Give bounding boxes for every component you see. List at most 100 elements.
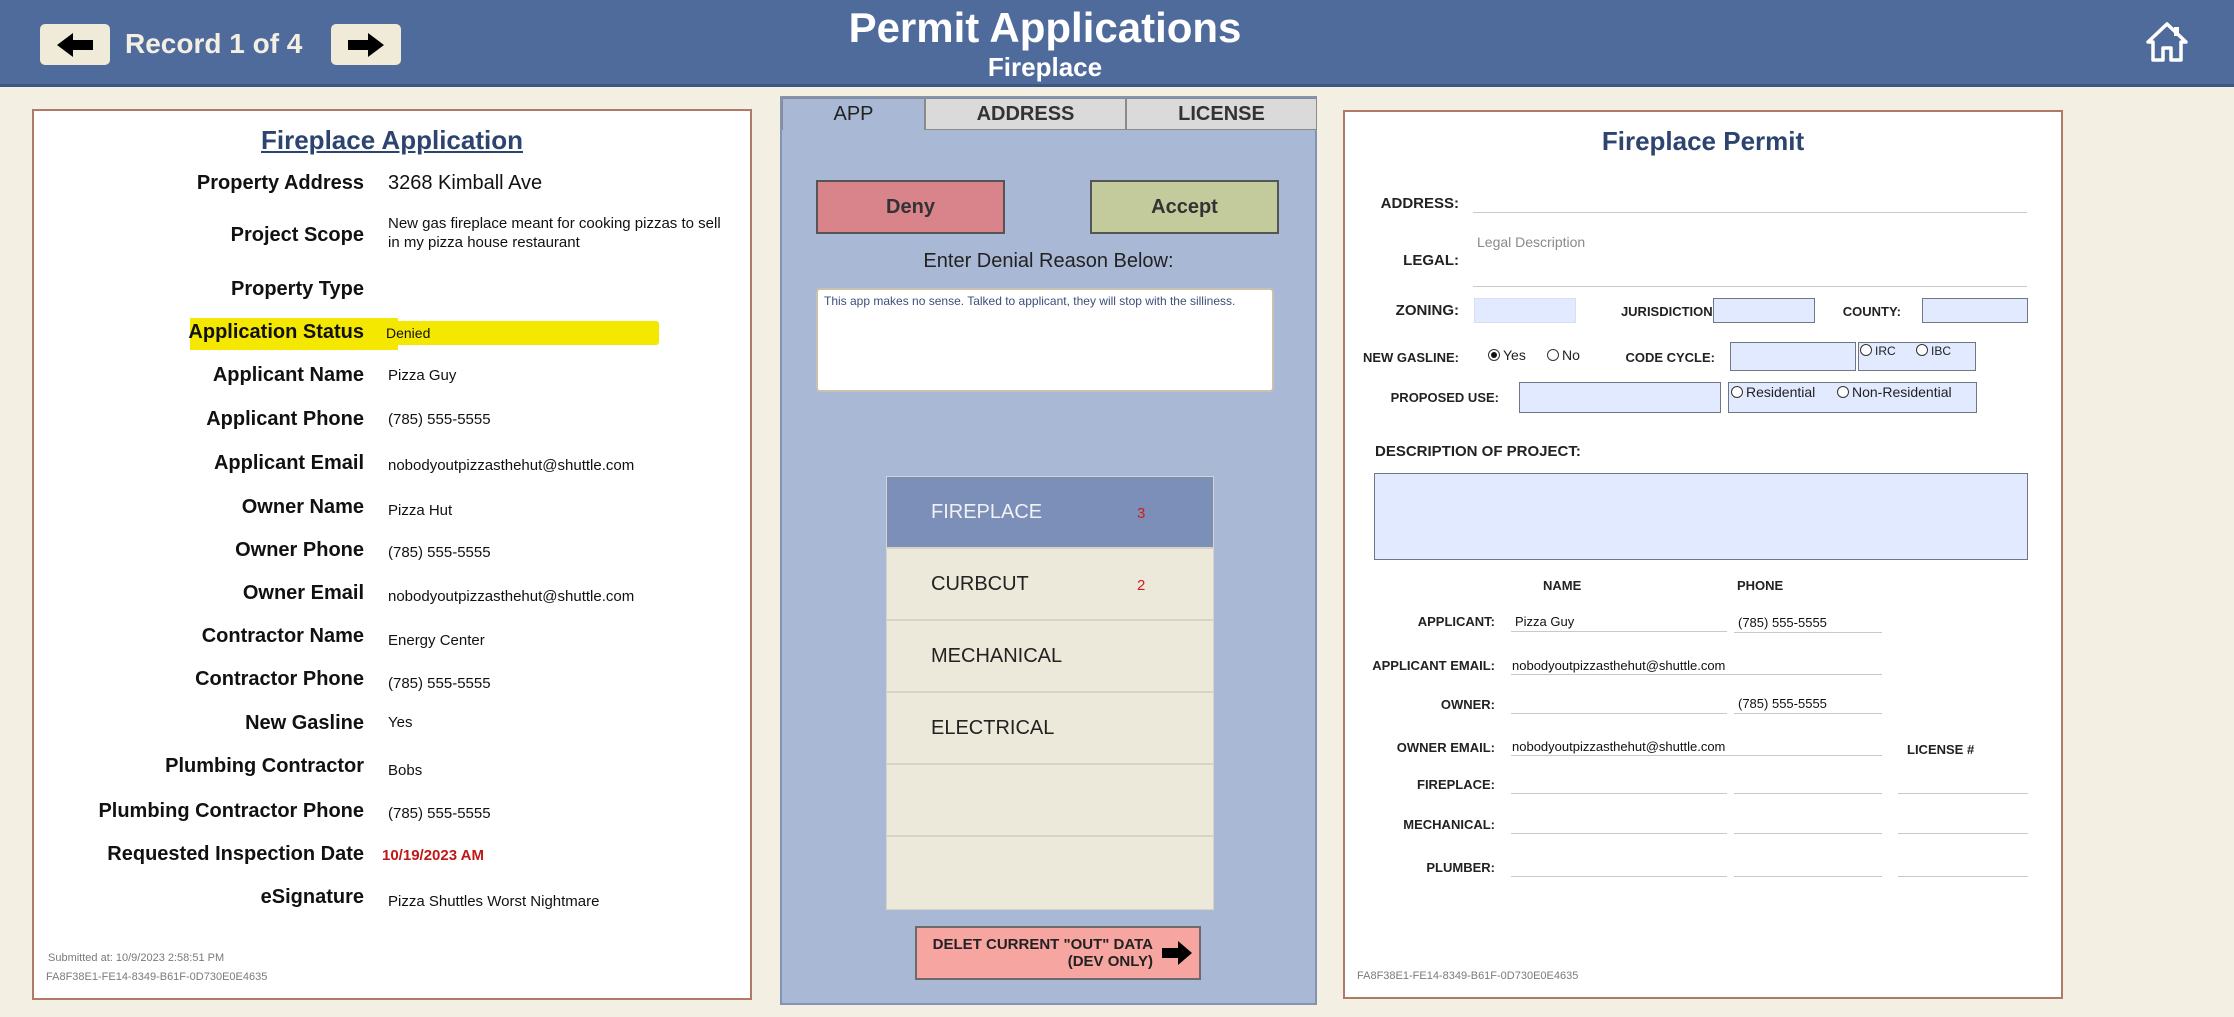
owner-name-value: Pizza Hut (388, 502, 453, 519)
permit-legal-field[interactable] (1473, 286, 2027, 287)
zoning-field[interactable] (1474, 298, 1576, 323)
non-residential-option[interactable]: Non-Residential (1837, 384, 1952, 400)
permit-legal-label: LEGAL: (1403, 252, 1459, 269)
plumber-phone-field[interactable] (1734, 876, 1882, 877)
description-label: DESCRIPTION OF PROJECT: (1375, 443, 1581, 460)
application-status-label: Application Status (188, 321, 364, 343)
mechanical-license-field[interactable] (1898, 833, 2028, 834)
new-gasline-label: NEW GASLINE: (1362, 350, 1459, 365)
permit-type-empty-slot[interactable] (887, 837, 1213, 909)
county-field[interactable] (1922, 298, 2028, 323)
permit-type-count: 2 (1137, 577, 1146, 594)
arrow-right-icon (1162, 941, 1192, 965)
delete-out-data-label: DELET CURRENT "OUT" DATA (DEV ONLY) (932, 936, 1153, 970)
property-address-label: Property Address (196, 172, 364, 194)
home-button[interactable] (2145, 20, 2189, 64)
gasline-yes-option[interactable]: Yes (1488, 347, 1526, 363)
county-label: COUNTY: (1842, 304, 1901, 319)
owner-email-label: OWNER EMAIL: (1396, 740, 1495, 755)
contractor-name-value: Energy Center (388, 632, 485, 649)
applicant-name-field[interactable] (1511, 631, 1727, 632)
denial-reason-input[interactable]: This app makes no sense. Talked to appli… (816, 288, 1274, 392)
name-column-header: NAME (1543, 578, 1582, 593)
owner-email-field[interactable] (1511, 755, 1882, 756)
proposed-use-field[interactable] (1519, 382, 1721, 413)
gasline-no-option[interactable]: No (1547, 347, 1580, 363)
delete-out-data-button[interactable]: DELET CURRENT "OUT" DATA (DEV ONLY) (915, 926, 1201, 980)
owner-email-value: nobodyoutpizzasthehut@shuttle.com (388, 588, 635, 605)
radio-selected-icon (1488, 349, 1500, 361)
plumber-license-field[interactable] (1898, 876, 2028, 877)
jurisdiction-label: JURISDICTION: (1620, 304, 1717, 319)
fireplace-phone-field[interactable] (1734, 793, 1882, 794)
plumber-name-field[interactable] (1511, 876, 1727, 877)
permit-type-mechanical[interactable]: MECHANICAL (887, 621, 1213, 693)
project-scope-value: New gas fireplace meant for cooking pizz… (388, 215, 721, 251)
permit-type-label: FIREPLACE (931, 501, 1043, 523)
owner-phone-label: Owner Phone (235, 539, 364, 561)
code-cycle-options: IRC IBC (1858, 342, 1976, 371)
applicant-email-field[interactable] (1511, 674, 1882, 675)
application-title: Fireplace Application (261, 125, 523, 155)
owner-phone-field[interactable] (1734, 713, 1882, 714)
code-cycle-label: CODE CYCLE: (1625, 350, 1715, 365)
permit-type-empty-slot[interactable] (887, 765, 1213, 837)
permit-type-electrical[interactable]: ELECTRICAL (887, 693, 1213, 765)
plumbing-contractor-value: Bobs (388, 762, 423, 779)
new-gasline-label: New Gasline (245, 712, 364, 734)
applicant-phone-value: (785) 555-5555 (1738, 615, 1827, 630)
code-cycle-field[interactable] (1730, 342, 1856, 371)
mechanical-name-field[interactable] (1511, 833, 1727, 834)
applicant-phone-field[interactable] (1734, 632, 1882, 633)
permit-address-field[interactable] (1473, 212, 2027, 213)
permit-panel: Fireplace Permit ADDRESS: LEGAL: Legal D… (1343, 110, 2063, 999)
ibc-option[interactable]: IBC (1916, 344, 1951, 358)
applicant-email-value: nobodyoutpizzasthehut@shuttle.com (1512, 658, 1726, 673)
applicant-phone-value: (785) 555-5555 (388, 411, 491, 428)
requested-inspection-date-value: 10/19/2023 AM (382, 847, 485, 864)
property-address-value: 3268 Kimball Ave (388, 172, 543, 194)
tab-address[interactable]: ADDRESS (925, 98, 1126, 130)
radio-empty-icon (1860, 344, 1872, 356)
owner-name-label: Owner Name (241, 496, 364, 518)
permit-type-curbcut[interactable]: CURBCUT 2 (887, 549, 1213, 621)
applicant-name-label: Applicant Name (212, 364, 364, 386)
applicant-email-value: nobodyoutpizzasthehut@shuttle.com (388, 457, 635, 474)
page-title: Permit Applications (848, 4, 1242, 51)
irc-label: IRC (1875, 344, 1896, 358)
legal-description-placeholder: Legal Description (1477, 234, 1586, 250)
requested-inspection-date-label: Requested Inspection Date (107, 843, 364, 865)
gasline-yes-label: Yes (1503, 347, 1526, 363)
residential-option[interactable]: Residential (1731, 384, 1815, 400)
home-icon (2146, 22, 2188, 62)
owner-name-field[interactable] (1511, 713, 1727, 714)
tab-license[interactable]: LICENSE (1126, 98, 1317, 130)
application-status-value: Denied (386, 325, 431, 341)
proposed-use-label: PROPOSED USE: (1390, 390, 1499, 405)
tab-app[interactable]: APP (782, 98, 925, 130)
description-field[interactable] (1374, 473, 2028, 560)
gasline-no-label: No (1562, 347, 1580, 363)
residential-label: Residential (1746, 384, 1816, 400)
permit-type-fireplace[interactable]: FIREPLACE 3 (887, 477, 1213, 549)
fireplace-name-field[interactable] (1511, 793, 1727, 794)
phone-column-header: PHONE (1737, 578, 1784, 593)
irc-option[interactable]: IRC (1860, 344, 1896, 358)
radio-empty-icon (1547, 349, 1559, 361)
applicant-label: APPLICANT: (1417, 614, 1495, 629)
applicant-name-value: Pizza Guy (388, 367, 457, 384)
owner-email-value: nobodyoutpizzasthehut@shuttle.com (1512, 739, 1726, 754)
mechanical-phone-field[interactable] (1734, 833, 1882, 834)
radio-empty-icon (1837, 386, 1849, 398)
accept-button[interactable]: Accept (1090, 180, 1279, 234)
actions-panel: APP ADDRESS LICENSE Deny Accept Enter De… (780, 96, 1317, 1005)
owner-phone-value: (785) 555-5555 (1738, 696, 1827, 711)
deny-button[interactable]: Deny (816, 180, 1005, 234)
radio-empty-icon (1916, 344, 1928, 356)
jurisdiction-field[interactable] (1713, 298, 1815, 323)
permit-type-list: FIREPLACE 3 CURBCUT 2 MECHANICAL ELECTRI… (886, 476, 1214, 910)
project-scope-label: Project Scope (230, 224, 364, 246)
fireplace-license-field[interactable] (1898, 793, 2028, 794)
property-type-label: Property Type (231, 278, 364, 300)
radio-empty-icon (1731, 386, 1743, 398)
